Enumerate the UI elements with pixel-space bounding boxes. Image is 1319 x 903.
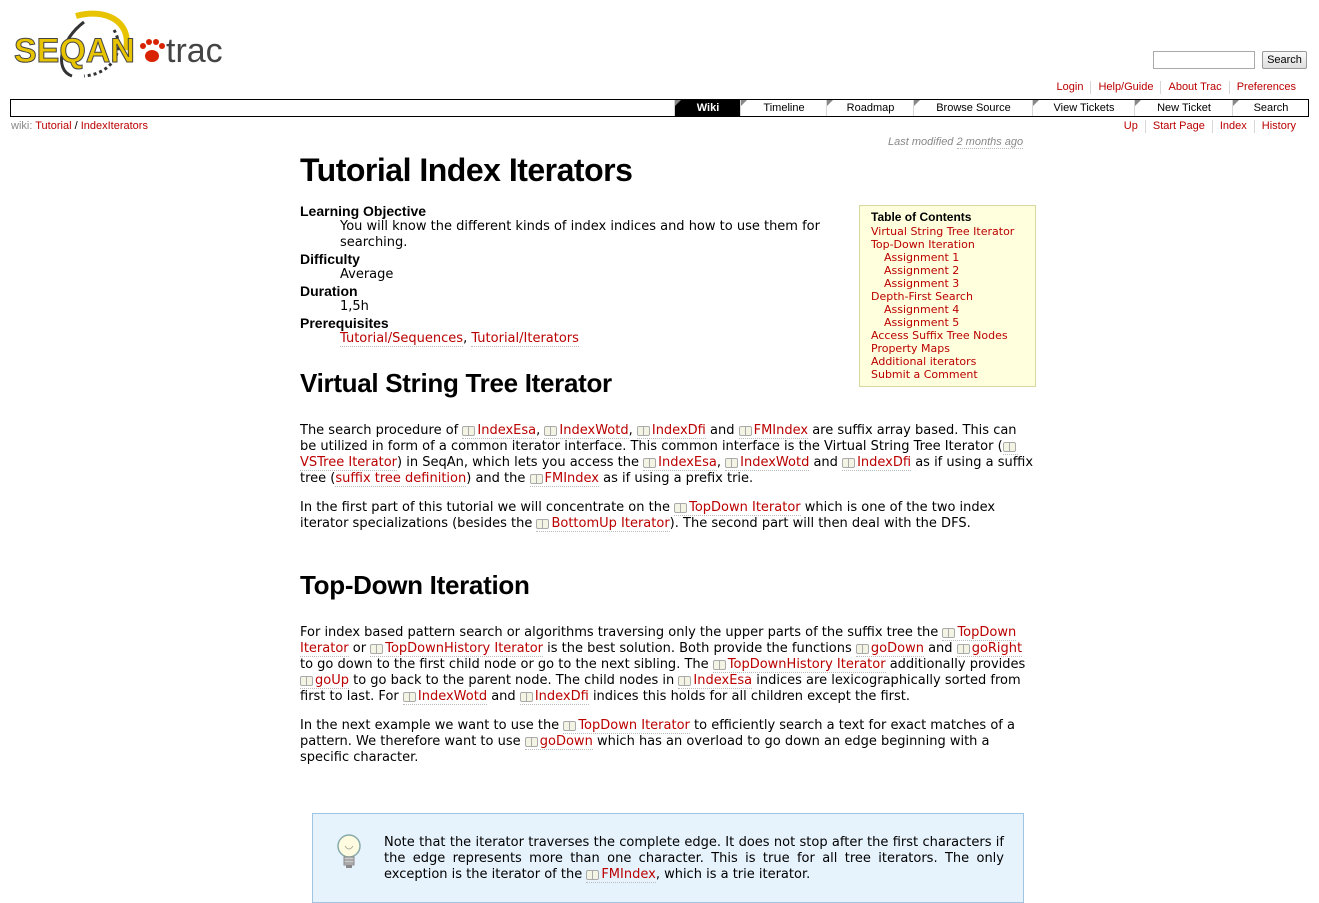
seqan-trac-logo[interactable]: SEQAN trac xyxy=(14,10,228,84)
svg-text:trac: trac xyxy=(166,32,223,70)
history-link[interactable]: History xyxy=(1253,120,1303,133)
paragraph: In the next example we want to use the T… xyxy=(300,718,1015,765)
difficulty-value: Average xyxy=(340,267,394,282)
book-icon xyxy=(738,426,752,436)
up-link[interactable]: Up xyxy=(1117,120,1145,133)
section-heading: Virtual String Tree Iterator xyxy=(300,368,612,398)
api-link[interactable]: IndexEsa xyxy=(643,455,717,471)
prereq-link[interactable]: Tutorial/Sequences xyxy=(340,331,464,347)
paragraph: In the first part of this tutorial we wi… xyxy=(300,500,996,532)
api-link[interactable]: goUp xyxy=(300,673,349,689)
paragraph: The search procedure of IndexEsa, IndexW… xyxy=(300,423,1034,487)
book-icon xyxy=(674,503,688,513)
start-page-link[interactable]: Start Page xyxy=(1144,120,1212,133)
api-link[interactable]: IndexDfi xyxy=(842,455,912,471)
prereq-link[interactable]: Tutorial/Iterators xyxy=(471,331,579,347)
tab-roadmap[interactable]: Roadmap xyxy=(826,100,914,116)
api-link[interactable]: TopDownHistory Iterator xyxy=(712,657,886,673)
tab-new-ticket[interactable]: New Ticket xyxy=(1134,100,1233,116)
book-icon xyxy=(1002,442,1016,452)
wiki-link[interactable]: suffix tree definition xyxy=(335,471,467,487)
breadcrumb: wiki: Tutorial / IndexIterators xyxy=(11,120,148,132)
api-link[interactable]: IndexWotd xyxy=(402,689,488,705)
tab-view-tickets[interactable]: View Tickets xyxy=(1032,100,1135,116)
book-icon xyxy=(524,737,538,747)
book-icon xyxy=(942,628,956,638)
book-icon xyxy=(536,519,550,529)
breadcrumb-tutorial[interactable]: Tutorial xyxy=(35,120,71,132)
index-link[interactable]: Index xyxy=(1211,120,1254,133)
book-icon xyxy=(370,644,384,654)
api-link[interactable]: IndexWotd xyxy=(725,455,810,471)
info-note: Note that the iterator traverses the com… xyxy=(312,813,1024,903)
api-link[interactable]: IndexEsa xyxy=(462,423,537,439)
last-modified: Last modified 2 months ago xyxy=(888,136,1024,149)
prerequisites-label: Prerequisites xyxy=(300,315,389,331)
book-icon xyxy=(855,644,869,654)
api-link[interactable]: goDown xyxy=(524,734,593,750)
book-icon xyxy=(529,474,543,484)
api-link[interactable]: goRight xyxy=(956,641,1023,657)
page-title: Tutorial Index Iterators xyxy=(300,152,633,188)
prerequisites-value: Tutorial/Sequences, Tutorial/Iterators xyxy=(340,331,579,347)
main-nav: Wiki Timeline Roadmap Browse Source View… xyxy=(10,99,1309,117)
last-modified-link[interactable]: 2 months ago xyxy=(956,136,1024,149)
api-link[interactable]: BottomUp Iterator xyxy=(536,516,670,532)
api-link[interactable]: FMIndex xyxy=(586,867,656,883)
note-text: Note that the iterator traverses the com… xyxy=(384,835,1004,883)
api-link[interactable]: FMIndex xyxy=(529,471,599,487)
api-link[interactable]: IndexEsa xyxy=(678,673,753,689)
duration-value: 1,5h xyxy=(340,299,369,314)
book-icon xyxy=(544,426,558,436)
help-guide-link[interactable]: Help/Guide xyxy=(1090,81,1160,94)
learning-objective-label: Learning Objective xyxy=(300,203,427,219)
learning-objective-value: You will know the different kinds of ind… xyxy=(340,219,820,250)
book-icon xyxy=(712,660,726,670)
search-input[interactable] xyxy=(1153,51,1255,69)
book-icon xyxy=(956,644,970,654)
context-nav: Up Start Page Index History xyxy=(1117,120,1303,133)
book-icon xyxy=(842,458,856,468)
api-link[interactable]: IndexDfi xyxy=(519,689,589,705)
meta-nav: Login Help/Guide About Trac Preferences xyxy=(1050,81,1303,94)
login-link[interactable]: Login xyxy=(1050,81,1091,94)
tab-timeline[interactable]: Timeline xyxy=(740,100,827,116)
tutorial-info: Learning Objective You will know the dif… xyxy=(300,203,1036,347)
api-link[interactable]: TopDownHistory Iterator xyxy=(370,641,544,657)
about-trac-link[interactable]: About Trac xyxy=(1160,81,1228,94)
breadcrumb-prefix: wiki: xyxy=(11,120,33,132)
search-button[interactable]: Search xyxy=(1262,51,1307,69)
tab-browse-source[interactable]: Browse Source xyxy=(913,100,1033,116)
preferences-link[interactable]: Preferences xyxy=(1228,81,1303,94)
difficulty-label: Difficulty xyxy=(300,251,360,267)
api-link[interactable]: IndexWotd xyxy=(544,423,629,439)
book-icon xyxy=(300,676,313,686)
tab-wiki[interactable]: Wiki xyxy=(674,100,741,116)
section-heading: Top-Down Iteration xyxy=(300,570,530,600)
paw-icon xyxy=(140,39,165,62)
api-link[interactable]: TopDown Iterator xyxy=(563,718,690,734)
book-icon xyxy=(586,870,600,880)
book-icon xyxy=(636,426,650,436)
lightbulb-icon xyxy=(337,834,361,868)
breadcrumb-indexiterators[interactable]: IndexIterators xyxy=(81,120,148,132)
book-icon xyxy=(519,692,533,702)
api-link[interactable]: goDown xyxy=(855,641,924,657)
api-link[interactable]: IndexDfi xyxy=(636,423,706,439)
paragraph: For index based pattern search or algori… xyxy=(300,625,1026,705)
book-icon xyxy=(725,458,739,468)
api-link[interactable]: TopDown Iterator xyxy=(674,500,801,516)
book-icon xyxy=(462,426,476,436)
tab-search[interactable]: Search xyxy=(1232,100,1309,116)
book-icon xyxy=(563,721,577,731)
duration-label: Duration xyxy=(300,283,358,299)
book-icon xyxy=(402,692,416,702)
svg-text:SEQAN: SEQAN xyxy=(14,32,135,70)
wiki-content: Tutorial Index Iterators Learning Object… xyxy=(300,150,1036,766)
book-icon xyxy=(678,676,692,686)
book-icon xyxy=(643,458,657,468)
api-link[interactable]: FMIndex xyxy=(738,423,809,439)
